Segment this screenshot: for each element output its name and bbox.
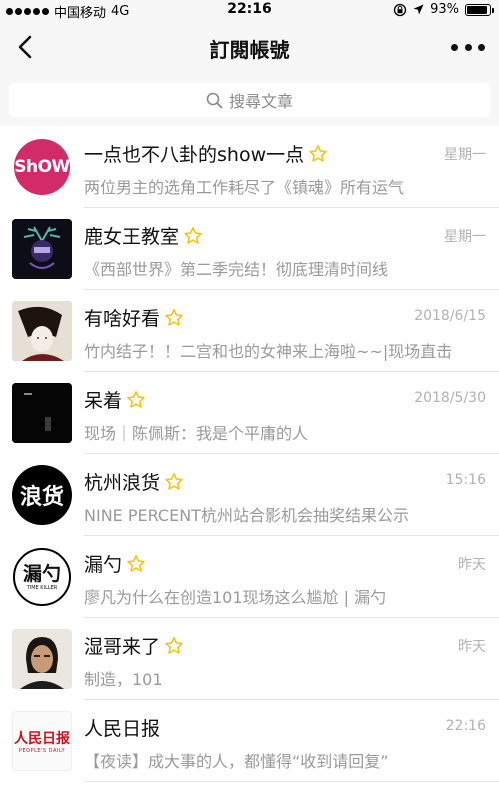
list-item[interactable]: 有啥好看 2018/6/15 竹内结子！！二宫和也的女神来上海啦~~|现场直击 [0,290,499,372]
battery-percent: 93% [430,2,459,17]
status-right: 93% [393,2,494,17]
back-button[interactable] [12,32,42,62]
list-item[interactable]: 湿哥来了 昨天 制造，101 [0,618,499,700]
status-bar: 中国移动 4G 22:16 93% [0,0,499,21]
more-button[interactable] [451,34,485,60]
account-name: 漏勺 [84,554,123,576]
item-date: 15:16 [445,472,486,488]
star-icon [184,226,202,244]
account-name: 湿哥来了 [84,636,161,658]
item-date: 昨天 [458,557,486,573]
list-item[interactable]: 呆着 2018/5/30 现场｜陈佩斯：我是个平庸的人 [0,372,499,454]
item-date: 星期一 [444,147,486,163]
subscription-list: ShOW 一点也不八卦的show一点 星期一 两位男主的选角工作耗尽了《镇魂》所… [0,126,499,782]
item-preview: 廖凡为什么在创造101现场这么尴尬 | 漏勺 [84,588,387,607]
chevron-left-icon [18,35,32,59]
list-item[interactable]: 漏勺 TIME KILLER 漏勺 昨天 廖凡为什么在创造101现场这么尴尬 |… [0,536,499,618]
search-input[interactable]: 搜尋文章 [9,83,490,117]
account-name: 一点也不八卦的show一点 [84,144,305,166]
avatar [12,219,72,279]
item-date: 2018/5/30 [414,390,486,406]
account-name: 人民日报 [84,718,161,740]
avatar: 人民日报 PEOPLE'S DAILY [12,711,72,771]
item-date: 2018/6/15 [414,308,486,324]
item-preview: 制造，101 [84,670,163,689]
item-preview: 竹内结子！！二宫和也的女神来上海啦~~|现场直击 [84,342,453,361]
battery-icon [465,3,494,16]
account-name: 有啥好看 [84,308,161,330]
list-item[interactable]: 浪货 杭州浪货 15:16 NINE PERCENT杭州站合影机会抽奖结果公示 [0,454,499,536]
item-preview: NINE PERCENT杭州站合影机会抽奖结果公示 [84,506,409,525]
star-icon [127,554,145,572]
search-bar-container: 搜尋文章 [0,76,499,126]
search-icon [206,92,223,108]
list-item[interactable]: 鹿女王教室 星期一 《西部世界》第二季完结！彻底理清时间线 [0,208,499,290]
search-placeholder: 搜尋文章 [228,92,293,111]
item-date: 昨天 [458,639,486,655]
more-dots-icon [451,43,458,51]
avatar: 漏勺 TIME KILLER [12,547,72,607]
avatar [12,629,72,689]
star-icon [127,390,145,408]
nav-bar: 訂閱帳號 [0,20,499,76]
item-preview: 现场｜陈佩斯：我是个平庸的人 [84,424,309,443]
account-name: 呆着 [84,390,123,412]
page-title: 訂閱帳號 [209,38,290,62]
avatar [12,383,72,443]
item-preview: 【夜读】成大事的人，都懂得“收到请回复” [84,752,389,771]
orientation-lock-icon [393,3,407,16]
item-date: 22:16 [445,718,486,734]
avatar: 浪货 [12,465,72,525]
star-icon [165,308,183,326]
account-name: 鹿女王教室 [84,226,180,248]
star-icon [309,144,327,162]
item-date: 星期一 [444,229,486,245]
avatar [12,301,72,361]
account-name: 杭州浪货 [84,472,161,494]
avatar: ShOW [12,137,72,197]
star-icon [165,636,183,654]
item-preview: 两位男主的选角工作耗尽了《镇魂》所有运气 [84,178,405,197]
location-arrow-icon [413,4,424,15]
item-preview: 《西部世界》第二季完结！彻底理清时间线 [84,260,389,279]
list-item[interactable]: ShOW 一点也不八卦的show一点 星期一 两位男主的选角工作耗尽了《镇魂》所… [0,126,499,208]
list-item[interactable]: 人民日报 PEOPLE'S DAILY 人民日报 22:16 【夜读】成大事的人… [0,700,499,782]
star-icon [165,472,183,490]
